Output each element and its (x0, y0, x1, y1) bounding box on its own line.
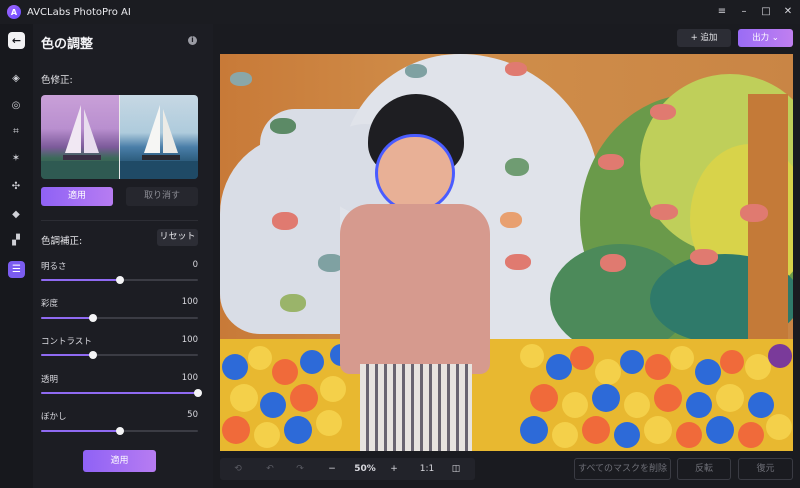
export-label: 出力 (752, 33, 770, 43)
layers-icon[interactable]: ▞ (9, 234, 23, 248)
export-button[interactable]: 出力 ⌄ (738, 29, 793, 47)
blur-slider[interactable] (41, 427, 198, 435)
info-icon[interactable]: i (188, 36, 197, 45)
canvas-toolbar: ⟲ ↶ ↷ − 50% + 1:1 ◫ (220, 458, 475, 480)
add-button[interactable]: + 追加 (677, 29, 731, 47)
slider-knob[interactable] (115, 276, 124, 284)
apply-correction-button[interactable]: 適用 (41, 187, 113, 206)
slider-knob[interactable] (88, 314, 97, 322)
object-icon[interactable]: ✣ (9, 180, 23, 194)
preview-before (41, 95, 119, 179)
minimize-icon[interactable]: – (738, 6, 750, 18)
eraser-icon[interactable]: ◈ (9, 72, 23, 86)
clear-masks-button[interactable]: すべてのマスクを削除 (574, 458, 671, 480)
sparkle-icon[interactable]: ✶ (9, 152, 23, 166)
image-canvas[interactable] (220, 54, 793, 451)
invert-button[interactable]: 反転 (677, 458, 731, 480)
sailboat-icon (120, 105, 198, 179)
menu-icon[interactable]: ≡ (716, 6, 728, 18)
tool-rail: ← ◈ ◎ ⌗ ✶ ✣ ◆ ▞ ☰ (0, 24, 33, 488)
saturation-value: 100 (181, 297, 198, 307)
opacity-value: 100 (181, 373, 198, 383)
opacity-label: 透明 (41, 375, 59, 385)
zoom-level: 50% (354, 464, 376, 474)
actual-size-button[interactable]: 1:1 (416, 458, 438, 480)
panel-title: 色の調整 (41, 37, 94, 52)
restore-button[interactable]: 復元 (738, 458, 793, 480)
reset-view-icon[interactable]: ⟲ (228, 458, 248, 480)
redo-icon[interactable]: ↷ (290, 458, 310, 480)
divider (41, 220, 198, 221)
zoom-in-icon[interactable]: + (384, 458, 404, 480)
preview-after (120, 95, 198, 179)
color-adjust-panel: 色の調整 i 色修正: 適用 取り消す 色調補正: リセット 明るさ 0 彩度 … (33, 24, 213, 488)
undo-correction-button[interactable]: 取り消す (126, 187, 198, 206)
apply-button[interactable]: 適用 (83, 450, 156, 472)
fill-icon[interactable]: ◆ (9, 208, 23, 222)
preview-divider[interactable] (119, 95, 120, 179)
app-logo-icon: A (7, 5, 21, 19)
contrast-label: コントラスト (41, 337, 92, 347)
slider-knob[interactable] (88, 351, 97, 359)
tone-correction-label: 色調補正: (41, 236, 83, 247)
back-button[interactable]: ← (8, 32, 25, 49)
adjust-icon[interactable]: ☰ (8, 261, 25, 278)
app-title: AVCLabs PhotoPro AI (27, 6, 131, 18)
close-icon[interactable]: ✕ (782, 6, 794, 18)
slider-knob[interactable] (194, 389, 202, 397)
compare-icon[interactable]: ◫ (446, 458, 466, 480)
opacity-slider[interactable] (41, 389, 202, 397)
brightness-slider[interactable] (41, 276, 198, 284)
reset-button[interactable]: リセット (157, 229, 198, 246)
zoom-out-icon[interactable]: − (322, 458, 342, 480)
saturation-slider[interactable] (41, 314, 198, 322)
color-correction-label: 色修正: (41, 75, 73, 86)
brightness-label: 明るさ (41, 262, 67, 272)
main-area: + 追加 出力 ⌄ ⟲ ↶ ↷ − 50% + 1:1 ◫ すべてのマスクを削除… (213, 24, 800, 488)
maximize-icon[interactable]: □ (760, 6, 772, 18)
contrast-value: 100 (181, 335, 198, 345)
saturation-label: 彩度 (41, 299, 59, 309)
undo-icon[interactable]: ↶ (260, 458, 280, 480)
blur-label: ぼかし (41, 412, 67, 422)
blur-value: 50 (187, 410, 198, 420)
sailboat-icon (41, 105, 119, 179)
color-correction-preview[interactable] (41, 95, 198, 179)
contrast-slider[interactable] (41, 351, 198, 359)
brightness-value: 0 (192, 260, 198, 270)
slider-knob[interactable] (115, 427, 124, 435)
enhance-icon[interactable]: ◎ (9, 99, 23, 113)
crop-icon[interactable]: ⌗ (9, 125, 23, 139)
chevron-down-icon: ⌄ (771, 33, 779, 43)
title-bar: A AVCLabs PhotoPro AI ≡ – □ ✕ (0, 0, 800, 24)
